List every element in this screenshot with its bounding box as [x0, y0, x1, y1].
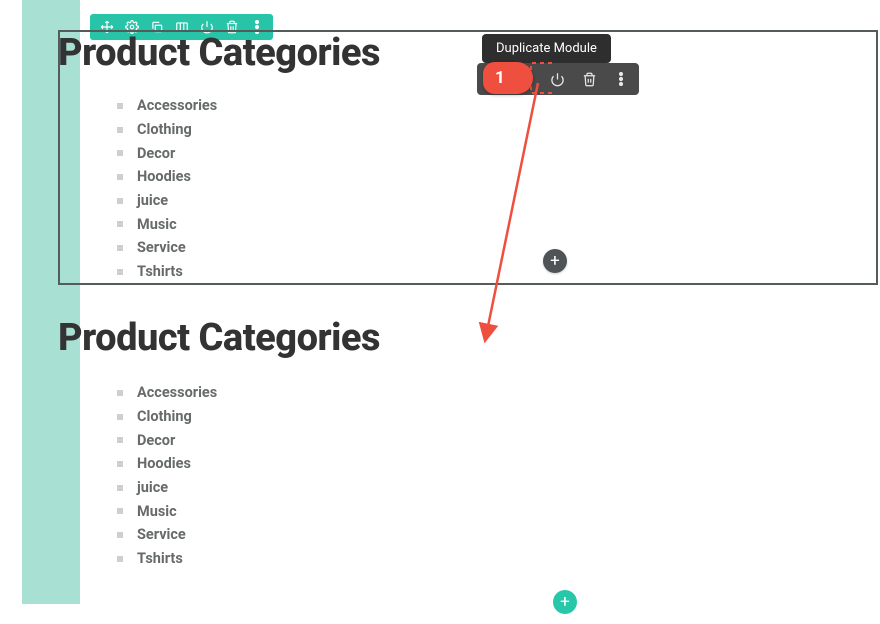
list-item[interactable]: Tshirts — [117, 260, 217, 284]
more-icon[interactable] — [611, 69, 631, 89]
list-item[interactable]: Service — [117, 236, 217, 260]
list-item[interactable]: Clothing — [117, 118, 217, 142]
module1-title: Product Categories — [58, 31, 380, 75]
list-item[interactable]: Hoodies — [117, 452, 217, 476]
list-item[interactable]: Clothing — [117, 405, 217, 429]
list-item[interactable]: Accessories — [117, 94, 217, 118]
power-icon[interactable] — [547, 69, 567, 89]
step-marker: 1 — [483, 62, 533, 94]
tooltip-duplicate-module: Duplicate Module — [482, 34, 611, 63]
trash-icon[interactable] — [579, 69, 599, 89]
add-module-button[interactable]: + — [543, 249, 567, 273]
list-item[interactable]: juice — [117, 476, 217, 500]
module1-category-list: Accessories Clothing Decor Hoodies juice… — [117, 94, 217, 284]
list-item[interactable]: Decor — [117, 141, 217, 165]
list-item[interactable]: Hoodies — [117, 165, 217, 189]
module2-category-list: Accessories Clothing Decor Hoodies juice… — [117, 381, 217, 571]
module2-title: Product Categories — [58, 316, 380, 360]
list-item[interactable]: Music — [117, 212, 217, 236]
add-row-button[interactable]: + — [553, 590, 577, 614]
list-item[interactable]: Service — [117, 523, 217, 547]
list-item[interactable]: Accessories — [117, 381, 217, 405]
list-item[interactable]: Decor — [117, 428, 217, 452]
list-item[interactable]: Music — [117, 499, 217, 523]
list-item[interactable]: juice — [117, 189, 217, 213]
list-item[interactable]: Tshirts — [117, 547, 217, 571]
